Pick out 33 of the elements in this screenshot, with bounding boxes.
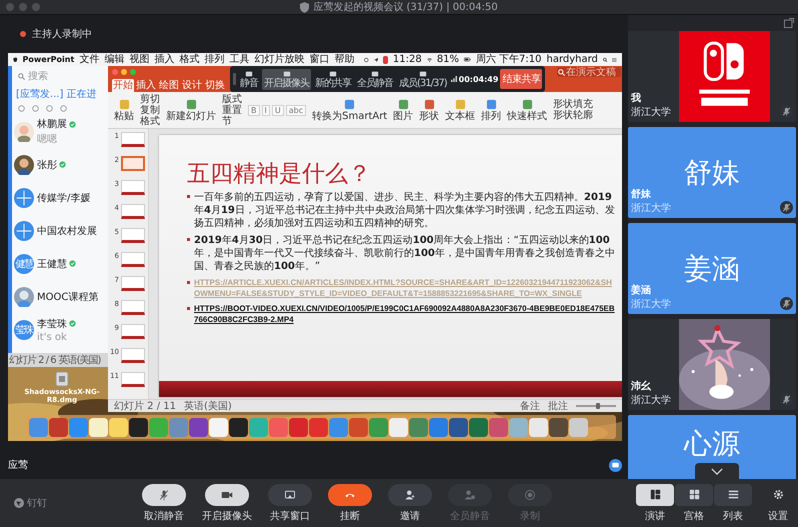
- avatar-name: 姜涵: [684, 250, 740, 286]
- brand-name: 钉钉: [27, 497, 47, 510]
- shield-icon: [300, 2, 310, 12]
- group-mute-icon: [464, 488, 476, 500]
- participant-org: 浙江大学: [631, 394, 671, 407]
- chat-icon[interactable]: [609, 459, 622, 472]
- participant-org: 浙江大学: [631, 202, 671, 215]
- window-title: 应莺发起的视频会议 (31/37) | 00:04:50: [313, 0, 498, 14]
- collapse-tab[interactable]: [695, 463, 739, 479]
- settings-icon: [772, 489, 784, 500]
- record-icon: [524, 488, 536, 500]
- recording-status: 主持人录制中: [32, 28, 92, 41]
- layout-icon: [650, 489, 660, 500]
- logo-icon: [14, 498, 24, 508]
- participant-org: 浙江大学: [631, 298, 671, 311]
- participant-name: 舒妹: [631, 188, 652, 201]
- add-user-icon: [404, 488, 416, 500]
- participant-name: 我: [631, 92, 642, 105]
- mic-off-icon: [158, 488, 170, 500]
- participant-name: 沛幺: [631, 380, 652, 393]
- meeting-control-button[interactable]: 开启摄像头: [202, 484, 252, 522]
- participant-name: 姜涵: [631, 283, 652, 297]
- settings-button[interactable]: 设置: [766, 484, 790, 522]
- pop-out-icon[interactable]: [784, 18, 794, 28]
- chevron-down-icon: [711, 468, 723, 474]
- avatar-name: 舒妹: [684, 154, 740, 190]
- grid-icon: [688, 489, 700, 500]
- screen-share-icon: [284, 488, 296, 500]
- recording-dot: [20, 31, 26, 37]
- avatar-name: 心源: [684, 426, 740, 462]
- list-icon: [728, 489, 738, 500]
- participant-org: 浙江大学: [631, 106, 671, 119]
- presenter-name: 应莺: [8, 458, 28, 472]
